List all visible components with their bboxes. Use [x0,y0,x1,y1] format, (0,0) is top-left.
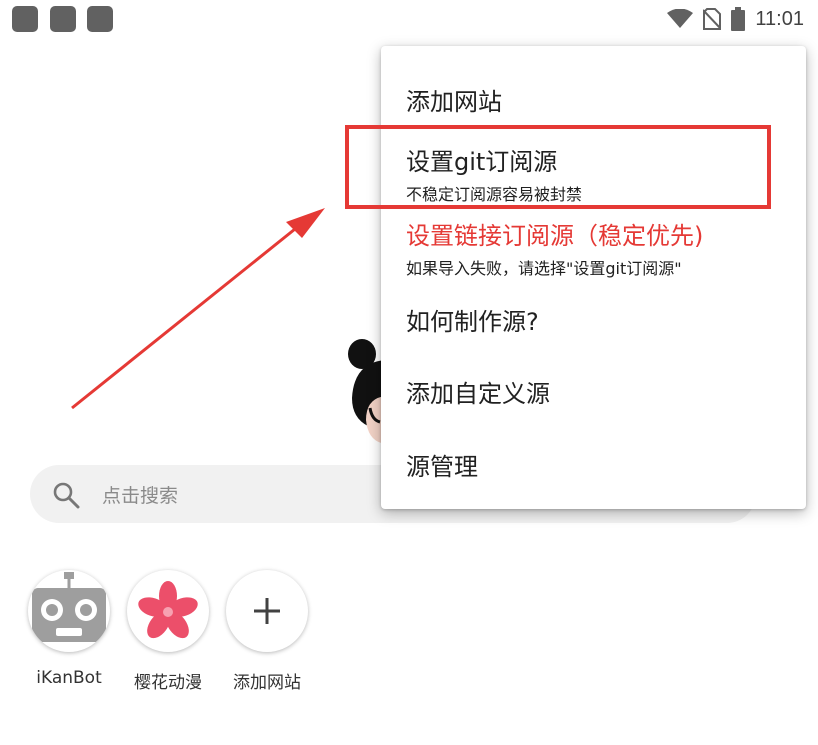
status-bar: 11:01 [0,0,818,40]
menu-item-subtitle: 如果导入失败，请选择"设置git订阅源" [406,259,682,278]
shortcut-icon-circle[interactable] [28,570,110,652]
robot-icon [32,572,106,642]
clock: 11:01 [755,7,804,30]
menu-item-add-custom-source[interactable]: 添加自定义源 [406,374,550,409]
wifi-icon [667,9,694,28]
shortcut-add-site[interactable]: 添加网站 [225,570,309,693]
shortcut-label: iKanBot [36,668,102,688]
shortcut-label: 添加网站 [233,673,301,693]
sakura-flower-icon [138,581,198,639]
app-notification-icon [12,6,38,32]
menu-item-source-management[interactable]: 源管理 [406,447,478,482]
menu-item-git-source[interactable]: 设置git订阅源 不稳定订阅源容易被封禁 [406,142,582,205]
shortcut-ikanbot[interactable]: iKanBot [27,570,111,688]
shortcut-icon-circle[interactable] [226,570,308,652]
menu-item-title: 设置git订阅源 [406,148,558,176]
no-sim-icon [703,8,722,30]
search-placeholder: 点击搜索 [102,485,179,507]
menu-item-add-site[interactable]: 添加网站 [406,82,502,117]
search-icon [53,482,80,509]
app-notification-icon [87,6,113,32]
menu-item-link-source[interactable]: 设置链接订阅源（稳定优先) 如果导入失败，请选择"设置git订阅源" [406,216,703,279]
shortcut-sakura[interactable]: 樱花动漫 [126,570,210,693]
menu-item-how-to-make-source[interactable]: 如何制作源? [406,302,539,337]
menu-item-title: 添加自定义源 [406,380,550,408]
battery-icon [731,7,746,31]
menu-item-subtitle: 不稳定订阅源容易被封禁 [406,185,583,204]
app-notification-icon [50,6,76,32]
shortcut-icon-circle[interactable] [127,570,209,652]
menu-item-title: 源管理 [406,453,478,481]
overflow-menu: 添加网站 设置git订阅源 不稳定订阅源容易被封禁 设置链接订阅源（稳定优先) … [381,46,806,509]
plus-icon [254,598,280,624]
menu-item-title: 设置链接订阅源（稳定优先) [406,222,704,250]
menu-item-title: 添加网站 [406,88,502,116]
shortcut-label: 樱花动漫 [134,673,202,693]
menu-item-title: 如何制作源? [406,308,539,336]
